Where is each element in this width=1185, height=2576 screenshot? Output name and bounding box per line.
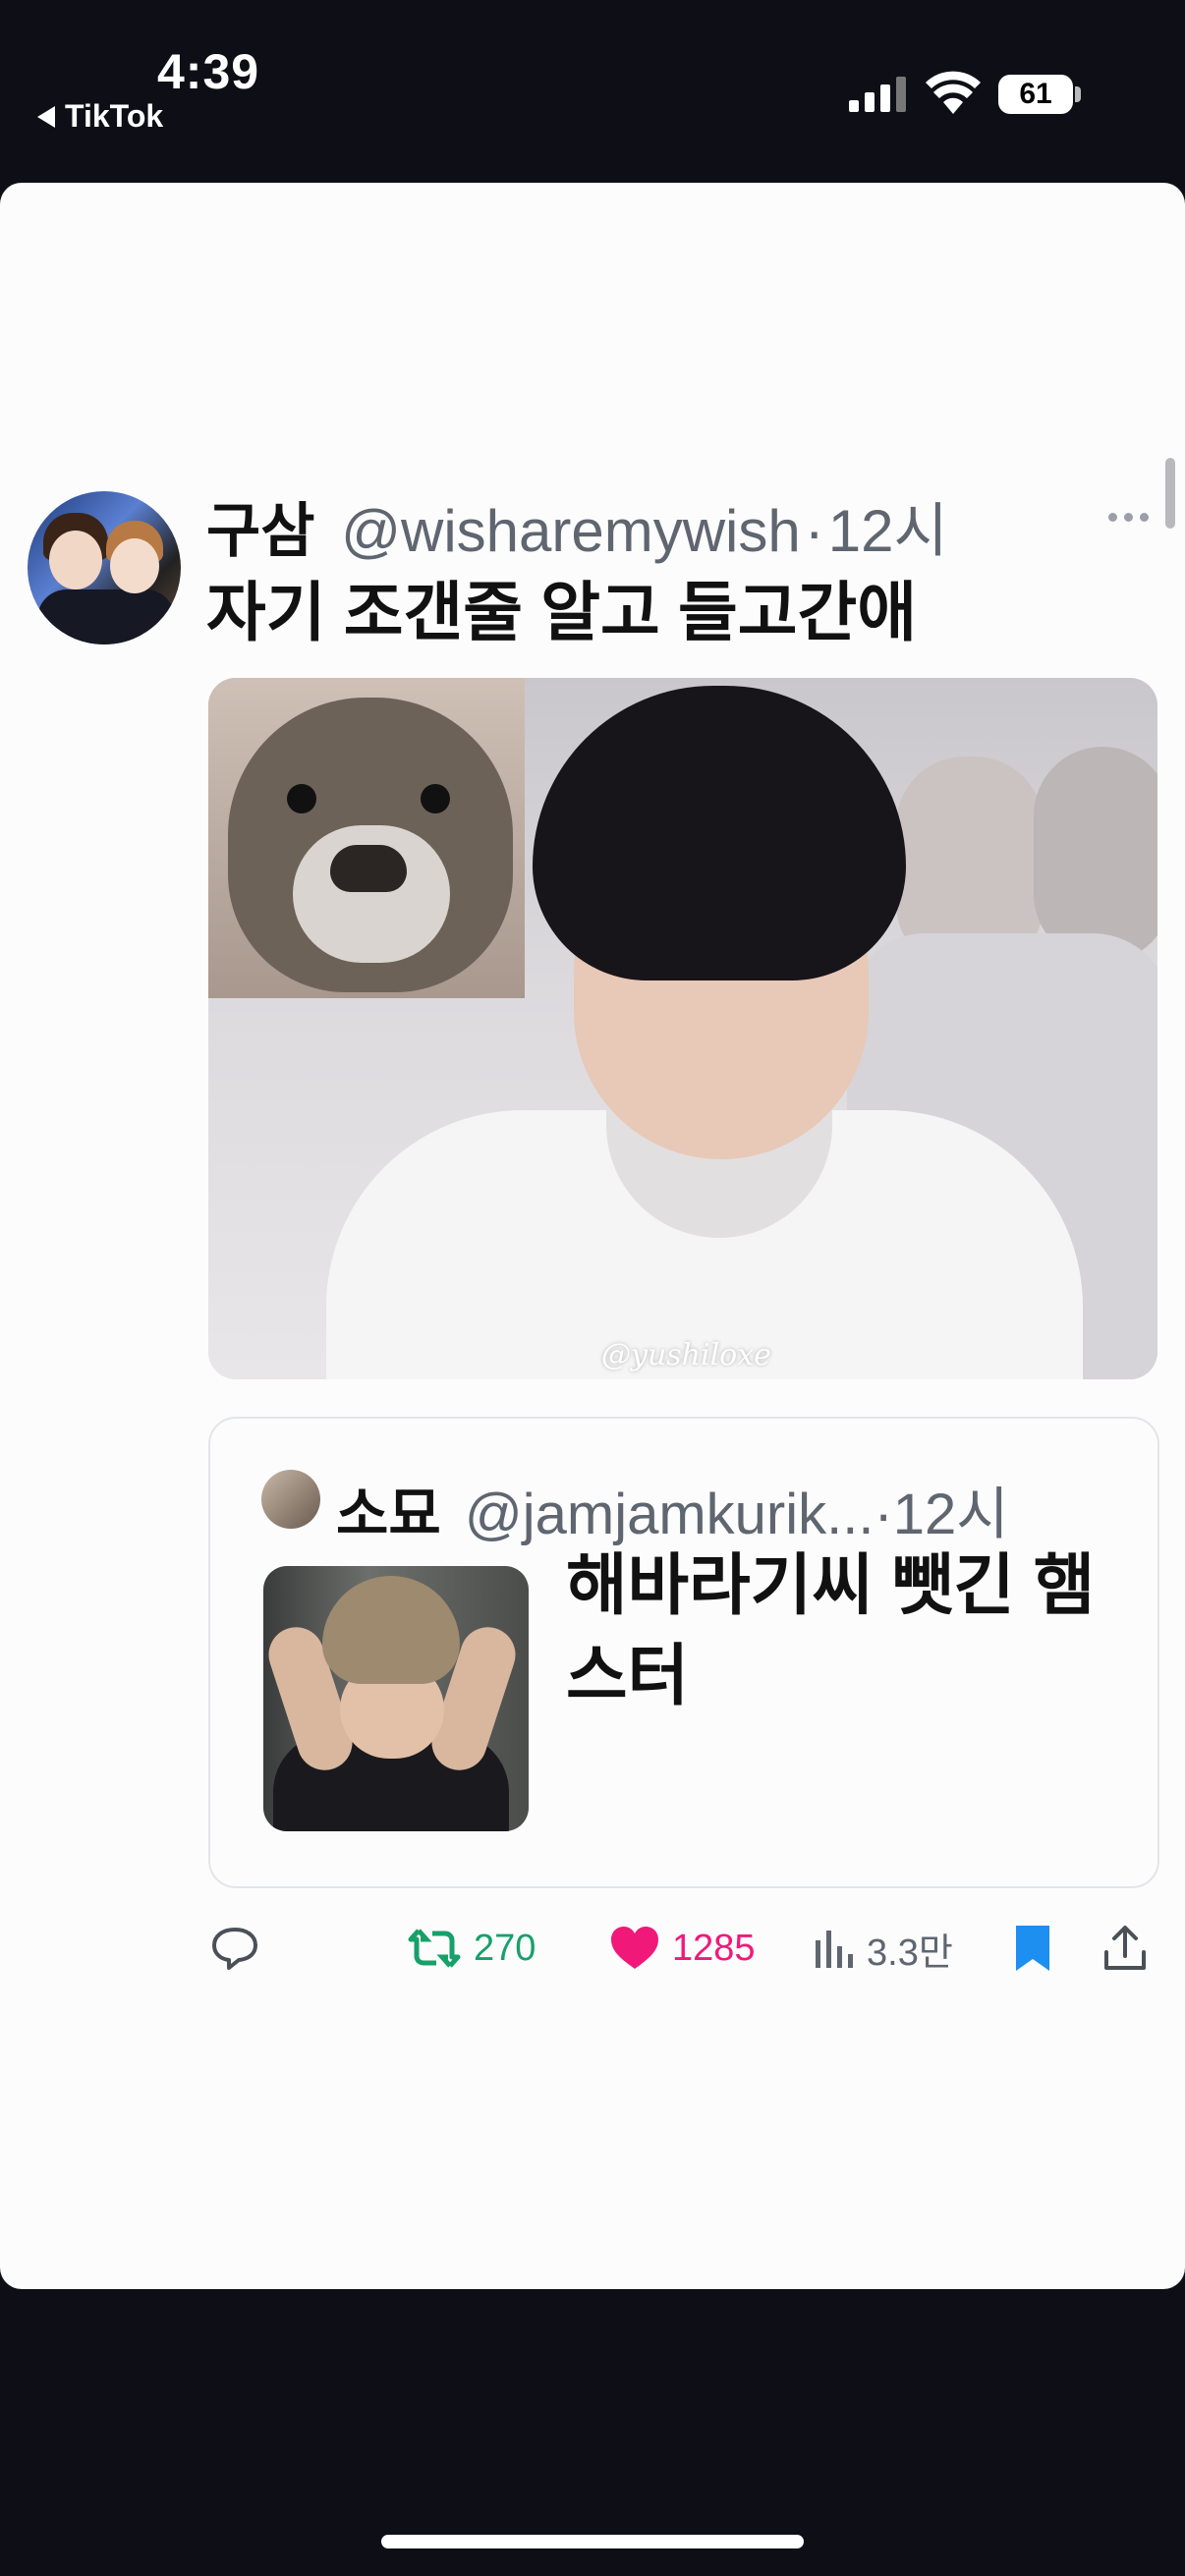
home-indicator[interactable] (381, 2535, 804, 2548)
share-icon (1104, 1926, 1146, 1970)
back-arrow-icon (37, 105, 55, 128)
quote-media-thumbnail (263, 1566, 529, 1831)
quote-separator-dot: · (874, 1483, 893, 1546)
tweet-text: 자기 조갠줄 알고 들고간애 (206, 576, 917, 648)
like-button[interactable]: 1285 (609, 1916, 756, 1981)
status-bar: 4:39 TikTok 61 (0, 0, 1185, 177)
otter-inset-image (208, 678, 525, 998)
view-count: 3.3만 (867, 1932, 953, 1974)
views-button[interactable]: 3.3만 (812, 1916, 953, 1981)
status-time: 4:39 (157, 44, 260, 99)
like-count: 1285 (672, 1927, 756, 1969)
quote-text: 해바라기씨 뺏긴 햄스터 (566, 1548, 1096, 1713)
battery-cap (1075, 86, 1081, 102)
author-name[interactable]: 구삼 (206, 498, 314, 564)
author-avatar[interactable] (28, 491, 181, 644)
share-button[interactable] (1102, 1916, 1148, 1981)
quote-author-avatar (261, 1470, 320, 1529)
back-app-label: TikTok (65, 98, 164, 134)
retweet-button[interactable]: 270 (407, 1916, 536, 1981)
bookmark-button[interactable] (1014, 1916, 1051, 1981)
media-watermark: @yushiloxe (601, 1338, 771, 1372)
separator-dot: · (804, 498, 824, 564)
tweet-header: 구삼 @wisharemywish·12시 (206, 483, 948, 569)
tweet-action-bar: 270 1285 3.3만 (0, 1916, 1185, 1981)
back-to-app-button[interactable]: TikTok (37, 98, 163, 135)
more-options-icon[interactable] (1108, 513, 1149, 522)
quote-author-name: 소묘 (336, 1483, 441, 1546)
quote-header: 소묘 @jamjamkurik...·12시 (336, 1468, 1009, 1550)
bookmark-icon (1016, 1926, 1049, 1971)
retweet-count: 270 (474, 1927, 536, 1969)
tweet-time[interactable]: 12시 (828, 498, 948, 564)
cellular-signal-icon (849, 75, 906, 112)
author-handle[interactable]: @wisharemywish (341, 498, 801, 564)
reply-button[interactable] (210, 1916, 259, 1981)
quote-time: 12시 (892, 1483, 1009, 1546)
heart-icon (611, 1927, 658, 1969)
quoted-tweet-card[interactable]: 소묘 @jamjamkurik...·12시 해바라기씨 뺏긴 햄스터 (208, 1417, 1159, 1888)
wifi-icon (926, 71, 981, 114)
retweet-icon (408, 1929, 461, 1968)
battery-indicator: 61 (998, 75, 1073, 114)
reply-icon (212, 1928, 257, 1970)
tweet-media-image[interactable]: @yushiloxe (208, 678, 1157, 1379)
quote-author-handle: @jamjamkurik... (464, 1483, 875, 1546)
scrollbar[interactable] (1165, 458, 1175, 529)
views-chart-icon (816, 1931, 853, 1968)
